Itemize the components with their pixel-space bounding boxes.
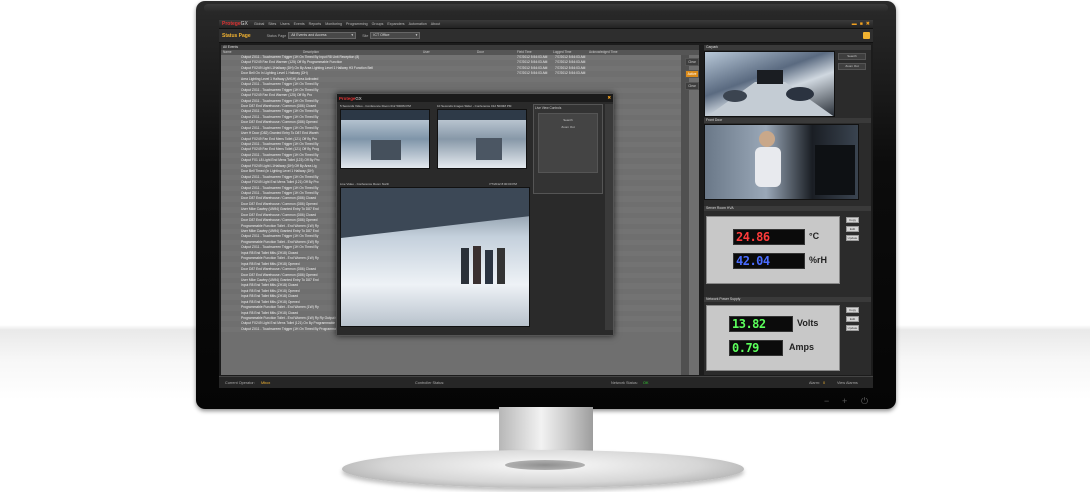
monitor-plus-button[interactable]: + (842, 397, 847, 406)
menu-automation[interactable]: Automation (409, 22, 427, 26)
site-label: Site (362, 33, 369, 38)
controller-label: Controller Status: (415, 380, 445, 385)
product-photo: ProtegeGX Global Sites Users Events Repo… (0, 0, 1090, 492)
carpark-search-button[interactable]: Search (838, 53, 866, 60)
amps-unit: Amps (789, 342, 815, 352)
popup-titlebar[interactable]: ProtegeGX ✖ (337, 94, 613, 102)
clear-all-button[interactable]: Clear (685, 82, 699, 90)
carpark-title: Carpark (704, 45, 871, 50)
app-logo: ProtegeGX (222, 21, 248, 27)
server-room-title: Server Room HVA (704, 206, 871, 211)
power-supply-title: Network Power Supply (704, 297, 871, 302)
live-scene (341, 188, 529, 284)
alarm-value: 0 (823, 380, 826, 385)
edit-button-2[interactable]: Edit (846, 316, 859, 322)
ctrl-zoom[interactable]: Zoom Out (539, 125, 597, 129)
event-side-buttons: Clear Active Clear (685, 58, 699, 94)
power-supply-readout: 13.82 Volts 0.79 Amps (706, 305, 840, 371)
cam2-scene (438, 110, 526, 160)
view-alarms-link[interactable]: View Alarms (837, 381, 858, 385)
menu-about[interactable]: About (431, 22, 440, 26)
minimize-icon[interactable]: ▬ (852, 21, 857, 27)
temperature-unit: °C (809, 231, 820, 241)
chevron-down-icon: ▾ (415, 33, 418, 37)
menu-sites[interactable]: Sites (268, 22, 276, 26)
chevron-down-icon: ▾ (351, 33, 354, 37)
live-time: 7/7/2012 8:00:00 PM (489, 182, 517, 186)
humidity-unit: %rH (809, 255, 828, 265)
site-select[interactable]: ICT Office ▾ (370, 32, 421, 39)
status-page-select[interactable]: All Events and Access ▾ (288, 32, 357, 39)
ctrl-search[interactable]: Search (539, 118, 597, 122)
menu-monitoring[interactable]: Monitoring (325, 22, 342, 26)
menu-expanders[interactable]: Expanders (387, 22, 404, 26)
frontdoor-title: Front Door (704, 118, 871, 123)
carpark-scene (707, 70, 834, 116)
update-button[interactable]: Update (846, 235, 859, 241)
volts-value: 13.82 (729, 316, 793, 332)
menu-groups[interactable]: Groups (372, 22, 384, 26)
status-page-label: Status Page (266, 33, 287, 38)
bezel-highlight (204, 4, 888, 12)
popup-side-tabs[interactable] (605, 104, 613, 330)
operator-label: Current Operator: (225, 380, 255, 385)
maximize-icon[interactable]: ■ (860, 21, 863, 27)
cam1-scene (341, 110, 429, 160)
ptz-pad[interactable]: Search Zoom Out (538, 113, 598, 173)
monitor-screen: ProtegeGX Global Sites Users Events Repo… (219, 20, 873, 388)
window-controls: ▬ ■ ✖ (852, 21, 870, 27)
active-button[interactable]: Active (685, 70, 699, 78)
temperature-value: 24.86 (733, 229, 805, 245)
humidity-value: 42.04 (733, 253, 805, 269)
menu-global[interactable]: Global (254, 22, 264, 26)
edit-button[interactable]: Edit (846, 226, 859, 232)
volts-unit: Volts (797, 318, 819, 328)
cam2-title: 10 Seconds Images Slider - Conference 01… (437, 104, 512, 108)
page-header: Status Page Status Page All Events and A… (219, 29, 873, 43)
menu-programming[interactable]: Programming (346, 22, 368, 26)
cam1-title: 5 Seconds Video - Conference Room 012 50… (340, 104, 411, 108)
operator-value: Mbox (261, 380, 271, 385)
alarm-label: Alarm: (809, 380, 820, 385)
clear-button[interactable]: Clear (685, 58, 699, 66)
lock-icon[interactable] (863, 32, 870, 39)
right-column: Carpark Search Zoom Out Front Door Serve… (704, 45, 871, 375)
server-room-readout: 24.86 °C 42.04 %rH (706, 216, 840, 284)
controls-title: Live View Controls (535, 106, 562, 110)
frontdoor-camera-view[interactable] (704, 124, 859, 200)
menu-users[interactable]: Users (280, 22, 289, 26)
live-title: Live Video - Conference Room North (340, 182, 390, 186)
stand-cutout (505, 460, 585, 470)
live-video-view[interactable] (340, 187, 530, 327)
camera-popup-window[interactable]: ProtegeGX ✖ 5 Seconds Video - Conference… (336, 93, 614, 336)
close-icon[interactable]: ✖ (607, 95, 611, 101)
copy-button-2[interactable]: Copy (846, 307, 859, 313)
live-controls-panel: Live View Controls Search Zoom Out (533, 104, 603, 194)
update-button-2[interactable]: Update (846, 325, 859, 331)
events-scrollbar[interactable] (681, 55, 689, 375)
cam1-view[interactable] (340, 109, 430, 169)
monitor-minus-button[interactable]: − (824, 397, 829, 406)
carpark-zoom-button[interactable]: Zoom Out (838, 63, 866, 70)
network-value: OK (643, 380, 649, 385)
menu-events[interactable]: Events (294, 22, 305, 26)
copy-button[interactable]: Copy (846, 217, 859, 223)
cam2-view[interactable] (437, 109, 527, 169)
carpark-camera-view[interactable] (704, 51, 835, 117)
monitor-bezel: ProtegeGX Global Sites Users Events Repo… (196, 1, 896, 409)
page-title: Status Page (222, 32, 251, 39)
menu-reports[interactable]: Reports (309, 22, 322, 26)
amps-value: 0.79 (729, 340, 783, 356)
menu-bar: ProtegeGX Global Sites Users Events Repo… (219, 20, 873, 29)
frontdoor-scene (755, 131, 855, 195)
power-icon[interactable]: ⏻ (861, 397, 868, 406)
network-label: Network Status: (611, 380, 638, 385)
monitor-stand-neck (499, 407, 593, 453)
popup-logo: ProtegeGX (339, 95, 362, 101)
close-icon[interactable]: ✖ (866, 21, 870, 27)
status-bar: Current Operator: Mbox Controller Status… (219, 376, 873, 388)
